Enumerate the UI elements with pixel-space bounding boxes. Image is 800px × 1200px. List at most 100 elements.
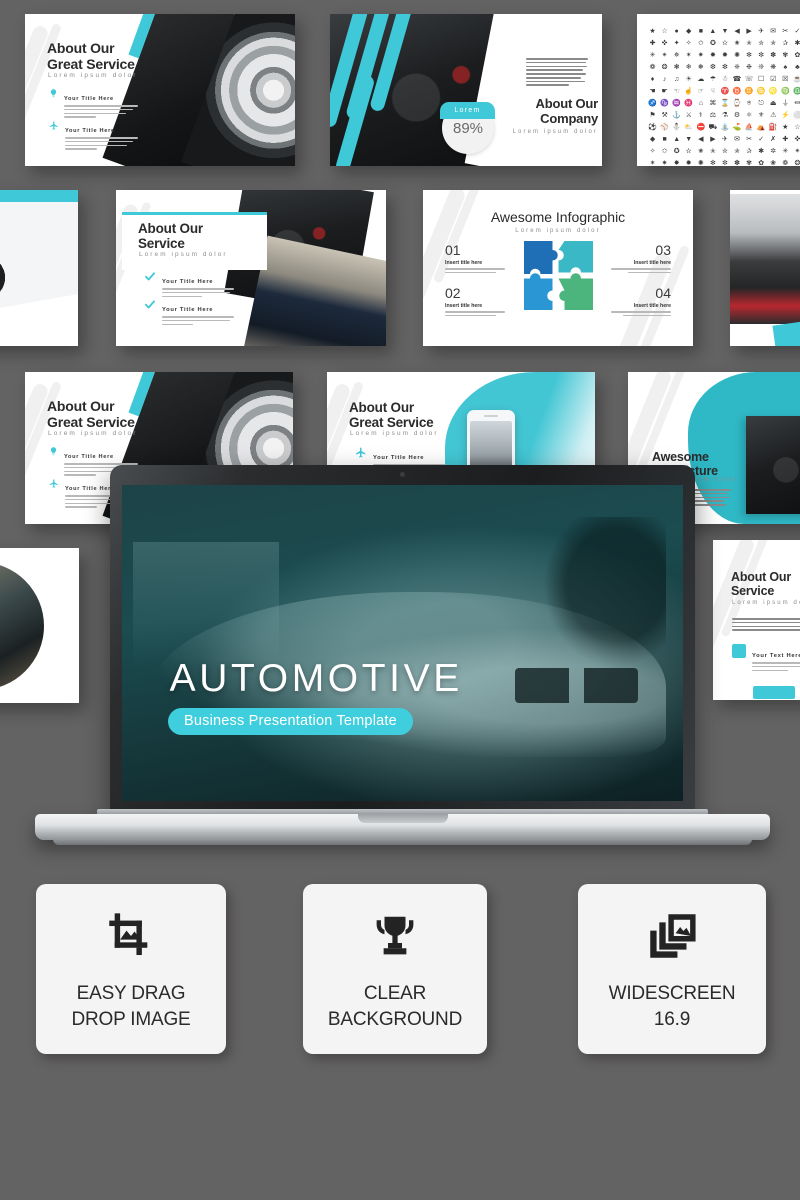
icon-grid-cell: ☕ xyxy=(793,76,800,83)
icon-grid: ★ ☆ ● ◆ ■ ▲ ▼ ◀ ▶ ✈ ✉ ✂ ✓ ✗ ✚ ✜ ✦ ✧ ✩ ✪ ✫ ✬ ✭ ✮ ✯ ✰ ✱ ✲ ✳ ✴ ✵ ✶ ✷ ✸ ✹ ✺ ✻ ✼ ✽ ✾… xyxy=(647,26,800,166)
icon-grid-cell: ❊ xyxy=(758,64,765,71)
feature-title: Your Title Here xyxy=(373,455,425,461)
icon-grid-cell: ✯ xyxy=(770,40,777,47)
icon-grid-cell: ⛅ xyxy=(684,124,694,131)
icon-grid-cell: ⛵ xyxy=(744,124,754,131)
icon-grid-cell: ✽ xyxy=(734,160,740,166)
icon-grid-cell: ✷ xyxy=(697,52,704,59)
icon-grid-cell: ✵ xyxy=(673,52,680,59)
icon-grid-cell: ☂ xyxy=(709,76,717,83)
icon-grid-cell: ✉ xyxy=(734,136,740,143)
slide-title: About Our Service xyxy=(138,221,203,252)
slide-feature-item: Your Title Here xyxy=(49,119,144,152)
icon-grid-cell: ☚ xyxy=(649,88,656,95)
infographic-item: 02 Insert title here xyxy=(445,285,507,319)
icon-grid-cell: ✈ xyxy=(722,136,728,143)
icon-grid-cell: ⎋ xyxy=(758,100,764,107)
scene-grille xyxy=(514,668,639,704)
slide-about-company[interactable]: About Our Company Lorem ipsum dolor Lorem… xyxy=(330,14,602,166)
icon-grid-cell: ☆ xyxy=(661,28,668,35)
slide-subtitle: Lorem ipsum dolor xyxy=(48,72,138,79)
slide-infographic[interactable]: Awesome Infographic Lorem ipsum dolor 01… xyxy=(423,190,693,346)
slide-title: Awesome Infographic xyxy=(490,209,626,225)
stat-badge-value: 89% xyxy=(452,120,484,137)
icon-grid-cell: ❅ xyxy=(697,64,704,71)
icon-grid-cell: ✚ xyxy=(782,136,789,143)
feature-card-label: CLEAR BACKGROUND xyxy=(327,982,463,1030)
airplane-icon xyxy=(355,446,367,463)
icon-grid-cell: ✲ xyxy=(770,148,777,155)
icon-grid-cell: ⚓ xyxy=(672,112,682,119)
placeholder-text xyxy=(609,311,671,317)
hero-subtitle-pill: Business Presentation Template xyxy=(168,707,413,735)
placeholder-text xyxy=(65,137,144,150)
item-number: 02 xyxy=(445,285,461,301)
icon-grid-cell: ✓ xyxy=(758,136,765,143)
icon-grid-cell: ❉ xyxy=(746,64,753,71)
item-title: Insert title here xyxy=(445,260,483,266)
icon-grid-cell: ✮ xyxy=(722,148,728,155)
icon-grid-cell: ♓ xyxy=(684,100,694,107)
laptop-mockup[interactable]: AUTOMOTIVE Business Presentation Templat… xyxy=(35,465,770,855)
icon-grid-cell: ☞ xyxy=(697,88,704,95)
laptop-screen[interactable]: AUTOMOTIVE Business Presentation Templat… xyxy=(122,485,683,801)
icon-grid-cell: ▶ xyxy=(710,136,716,143)
icon-grid-cell: ✈ xyxy=(758,28,765,35)
slide-subtitle: Lorem ipsum dolor xyxy=(515,228,601,234)
icon-grid-cell: ⚔ xyxy=(685,112,692,119)
airplane-icon xyxy=(49,119,59,135)
slide-subtitle: Lorem ipsum dolor xyxy=(350,430,439,437)
icon-grid-cell: ✼ xyxy=(722,160,728,166)
icon-grid-cell: ✓ xyxy=(794,28,800,35)
icon-grid-cell: ☎ xyxy=(732,76,742,83)
placeholder-text xyxy=(64,105,144,118)
icon-grid-cell: ✾ xyxy=(746,160,753,166)
check-icon xyxy=(144,298,156,314)
icon-grid-cell: ✩ xyxy=(697,40,704,47)
slide-car-white[interactable] xyxy=(0,190,78,346)
icon-grid-cell: ✴ xyxy=(661,52,668,59)
icon-grid-cell: ♍ xyxy=(780,88,790,95)
icon-grid-cell: ✬ xyxy=(697,148,704,155)
placeholder-text xyxy=(445,311,507,317)
stat-badge-label: Lorem xyxy=(440,102,495,119)
icon-grid-cell: ♪ xyxy=(662,76,667,83)
icon-grid-cell: ☃ xyxy=(721,76,729,83)
infographic-item: 04 Insert title here xyxy=(609,285,671,319)
icon-grid-cell: ✳ xyxy=(782,148,789,155)
icon-grid-cell: ✸ xyxy=(709,52,716,59)
feature-card-label: WIDESCREEN 16.9 xyxy=(608,982,736,1030)
placeholder-text xyxy=(162,316,239,326)
icon-grid-cell: ⚽ xyxy=(648,124,657,131)
icon-grid-cell: ⛲ xyxy=(720,124,730,131)
icon-grid-cell: ■ xyxy=(662,136,667,143)
laptop-lid: AUTOMOTIVE Business Presentation Templat… xyxy=(110,465,695,815)
icon-grid-cell: ✹ xyxy=(722,52,728,59)
icon-grid-cell: ☒ xyxy=(782,76,789,83)
presentation-preview-board: About Our Great Service Lorem ipsum dolor… xyxy=(0,0,800,1200)
slide-suv[interactable] xyxy=(730,190,800,346)
icon-grid-cell: ◀ xyxy=(734,28,740,35)
icon-grid-cell: ✂ xyxy=(782,28,789,35)
icon-grid-cell: ❇ xyxy=(722,64,728,71)
icon-grid-cell: ▼ xyxy=(685,136,693,143)
icon-grid-cell: ⏏ xyxy=(769,100,777,107)
icon-grid-cell: ✫ xyxy=(722,40,728,47)
slide-about-service-2[interactable]: About Our Service Lorem ipsum dolor Your … xyxy=(116,190,386,346)
icon-grid-cell: ☑ xyxy=(770,76,777,83)
icon-grid-cell: ☝ xyxy=(684,88,694,95)
decor-teal-rule xyxy=(122,212,267,215)
icon-grid-cell: ♒ xyxy=(672,100,682,107)
item-number: 04 xyxy=(655,285,671,301)
feature-card-easy-drag-drop-image[interactable]: EASY DRAG DROP IMAGE xyxy=(36,884,226,1054)
feature-card-widescreen[interactable]: WIDESCREEN 16.9 xyxy=(578,884,766,1054)
feature-card-clear-background[interactable]: CLEAR BACKGROUND xyxy=(303,884,487,1054)
slide-about-great-service-1[interactable]: About Our Great Service Lorem ipsum dolor… xyxy=(25,14,295,166)
item-title: Insert title here xyxy=(633,260,671,266)
icon-grid-cell: ✦ xyxy=(673,40,680,47)
icon-grid-cell: ✯ xyxy=(734,148,740,155)
icon-grid-cell: ✽ xyxy=(770,52,777,59)
slide-icon-pack[interactable]: ★ ☆ ● ◆ ■ ▲ ▼ ◀ ▶ ✈ ✉ ✂ ✓ ✗ ✚ ✜ ✦ ✧ ✩ ✪ ✫ ✬ ✭ ✮ ✯ ✰ ✱ ✲ ✳ ✴ ✵ ✶ ✷ ✸ ✹ ✺ ✻ ✼ ✽ ✾… xyxy=(637,14,800,166)
icon-grid-cell: ☛ xyxy=(661,88,668,95)
item-title: Insert title here xyxy=(633,303,671,309)
